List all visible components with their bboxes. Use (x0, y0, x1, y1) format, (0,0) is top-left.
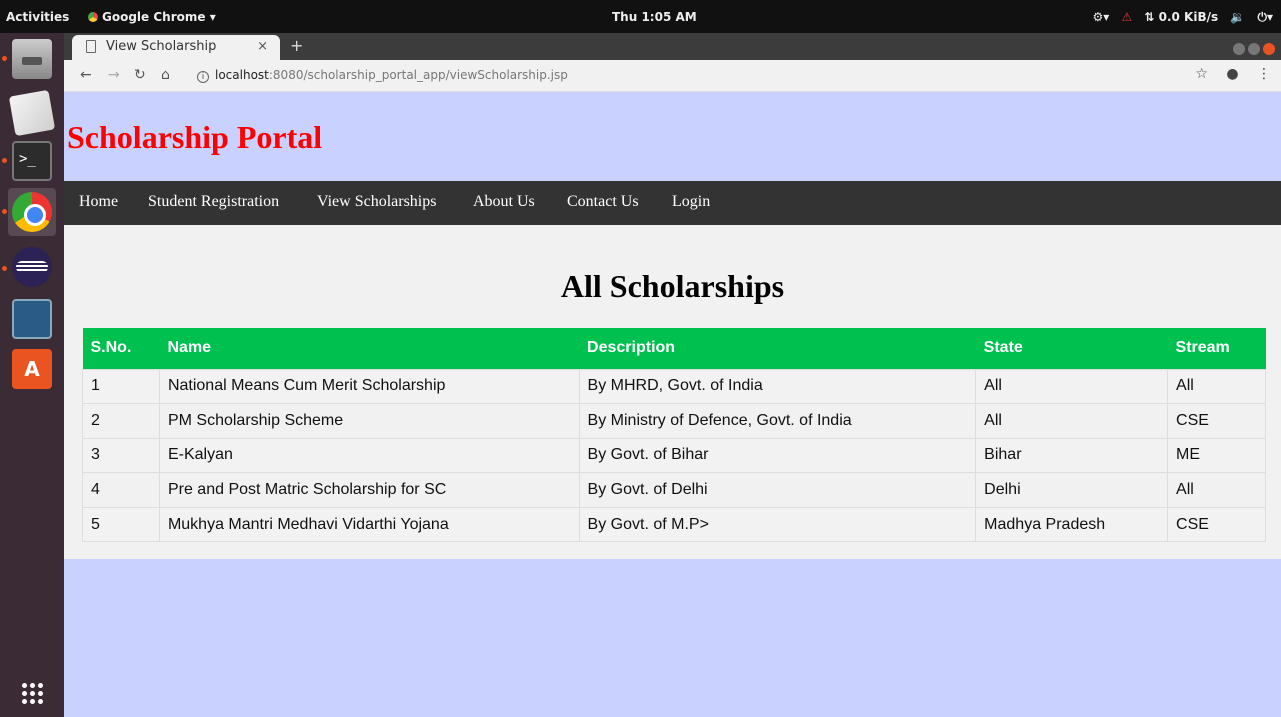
launcher-dock: >_ A (0, 33, 64, 717)
bookmark-star-icon[interactable]: ☆ (1195, 66, 1208, 82)
cell-stream: All (1167, 368, 1266, 405)
cell-sno: 2 (82, 403, 160, 439)
cell-name: Mukhya Mantri Medhavi Vidarthi Yojana (158, 506, 580, 543)
site-header: Scholarship Portal (64, 92, 1281, 181)
chrome-icon[interactable] (12, 192, 52, 232)
cell-state: All (975, 368, 1169, 405)
cell-description: By Ministry of Defence, Govt. of India (578, 403, 977, 439)
mysql-workbench-icon[interactable] (12, 299, 52, 339)
terminal-icon[interactable]: >_ (12, 141, 52, 181)
url-path: :8080/scholarship_portal_app/viewScholar… (268, 68, 568, 82)
page-heading: All Scholarships (560, 268, 785, 304)
running-indicator (2, 266, 7, 271)
software-center-icon[interactable]: A (12, 349, 52, 389)
tab-view-scholarship[interactable]: View Scholarship × (72, 35, 280, 60)
table-row: 4 Pre and Post Matric Scholarship for SC… (82, 472, 1266, 508)
cell-sno: 1 (82, 368, 160, 405)
show-apps-icon[interactable] (12, 673, 52, 713)
web-page: Scholarship Portal Home Student Registra… (64, 92, 1281, 717)
clock[interactable]: Thu 1:05 AM (612, 10, 697, 24)
text-editor-icon[interactable] (8, 89, 56, 137)
cell-name: Pre and Post Matric Scholarship for SC (158, 472, 580, 508)
tab-strip: View Scholarship × + (64, 33, 1281, 60)
app-menu[interactable]: Google Chrome ▾ (88, 10, 216, 24)
files-icon[interactable] (12, 39, 52, 79)
cell-name: PM Scholarship Scheme (158, 403, 580, 439)
url-host: localhost (215, 68, 269, 82)
cell-stream: CSE (1167, 506, 1266, 543)
home-icon[interactable]: ⌂ (161, 67, 170, 83)
address-bar[interactable]: i localhost:8080/scholarship_portal_app/v… (197, 68, 568, 83)
table-row: 3 E-Kalyan By Govt. of Bihar Bihar ME (82, 437, 1266, 474)
cell-name: National Means Cum Merit Scholarship (158, 368, 580, 405)
cell-description: By Govt. of Delhi (578, 472, 977, 508)
new-tab-button[interactable]: + (290, 36, 303, 55)
menu-kebab-icon[interactable]: ⋮ (1257, 66, 1271, 82)
nav-contact-us[interactable]: Contact Us (567, 193, 639, 211)
site-info-icon[interactable]: i (197, 71, 209, 83)
table-row: 5 Mukhya Mantri Medhavi Vidarthi Yojana … (82, 506, 1266, 543)
site-navbar: Home Student Registration View Scholarsh… (64, 181, 1281, 225)
cell-state: Bihar (975, 437, 1169, 474)
column-header-state: State (975, 328, 1168, 369)
eclipse-icon[interactable] (12, 247, 52, 287)
chrome-icon (88, 12, 98, 22)
cell-sno: 4 (82, 472, 160, 508)
content-area: All Scholarships S.No. Name Description … (64, 225, 1281, 559)
close-window-button[interactable] (1263, 43, 1275, 55)
warning-icon[interactable]: ⚠ (1121, 10, 1132, 24)
accessibility-icon[interactable]: ⚙▾ (1092, 10, 1109, 24)
minimize-button[interactable] (1233, 43, 1245, 55)
cell-state: Madhya Pradesh (975, 506, 1169, 543)
nav-home[interactable]: Home (79, 193, 118, 211)
running-indicator (2, 158, 7, 163)
window-controls (1230, 40, 1275, 59)
table-header-row: S.No. Name Description State Stream (82, 328, 1266, 369)
system-top-bar: Activities Google Chrome ▾ Thu 1:05 AM ⚙… (0, 0, 1281, 33)
nav-login[interactable]: Login (672, 193, 710, 211)
toolbar-actions: ☆ ● ⋮ (1181, 66, 1271, 82)
app-menu-label: Google Chrome ▾ (102, 10, 216, 24)
cell-sno: 5 (82, 506, 160, 543)
cell-description: By Govt. of M.P> (578, 506, 977, 543)
tab-title: View Scholarship (106, 39, 217, 54)
column-header-name: Name (159, 328, 580, 369)
table-row: 2 PM Scholarship Scheme By Ministry of D… (82, 403, 1266, 439)
reload-icon[interactable]: ↻ (134, 67, 146, 83)
page-icon (86, 40, 96, 53)
nav-view-scholarships[interactable]: View Scholarships (317, 193, 436, 211)
nav-student-registration[interactable]: Student Registration (148, 193, 279, 211)
back-icon[interactable]: ← (80, 67, 92, 83)
volume-icon[interactable]: 🔉 (1230, 10, 1245, 24)
cell-stream: ME (1167, 437, 1266, 474)
forward-icon[interactable]: → (108, 67, 120, 83)
running-indicator (2, 56, 7, 61)
maximize-button[interactable] (1248, 43, 1260, 55)
cell-name: E-Kalyan (158, 437, 580, 474)
column-header-sno: S.No. (82, 328, 160, 369)
cell-stream: All (1167, 472, 1266, 508)
activities-button[interactable]: Activities (6, 10, 69, 24)
cell-stream: CSE (1167, 403, 1266, 439)
power-icon[interactable]: ⏻▾ (1257, 10, 1273, 24)
scholarships-table: S.No. Name Description State Stream 1 Na… (82, 328, 1266, 543)
column-header-description: Description (579, 328, 976, 369)
system-tray[interactable]: ⚙▾ ⚠ ⇅ 0.0 KiB/s 🔉 ⏻▾ (1084, 10, 1273, 25)
running-indicator (2, 209, 7, 214)
cell-state: All (975, 403, 1169, 439)
site-title: Scholarship Portal (67, 119, 323, 155)
browser-toolbar: ← → ↻ ⌂ i localhost:8080/scholarship_port… (64, 60, 1281, 92)
cell-state: Delhi (975, 472, 1169, 508)
cell-description: By MHRD, Govt. of India (578, 368, 977, 405)
column-header-stream: Stream (1167, 328, 1266, 369)
tab-close-icon[interactable]: × (257, 39, 268, 54)
network-speed: ⇅ 0.0 KiB/s (1144, 10, 1219, 24)
table-row: 1 National Means Cum Merit Scholarship B… (82, 368, 1266, 405)
cell-description: By Govt. of Bihar (578, 437, 977, 474)
profile-icon[interactable]: ● (1226, 66, 1238, 82)
cell-sno: 3 (82, 437, 160, 474)
nav-about-us[interactable]: About Us (473, 193, 535, 211)
